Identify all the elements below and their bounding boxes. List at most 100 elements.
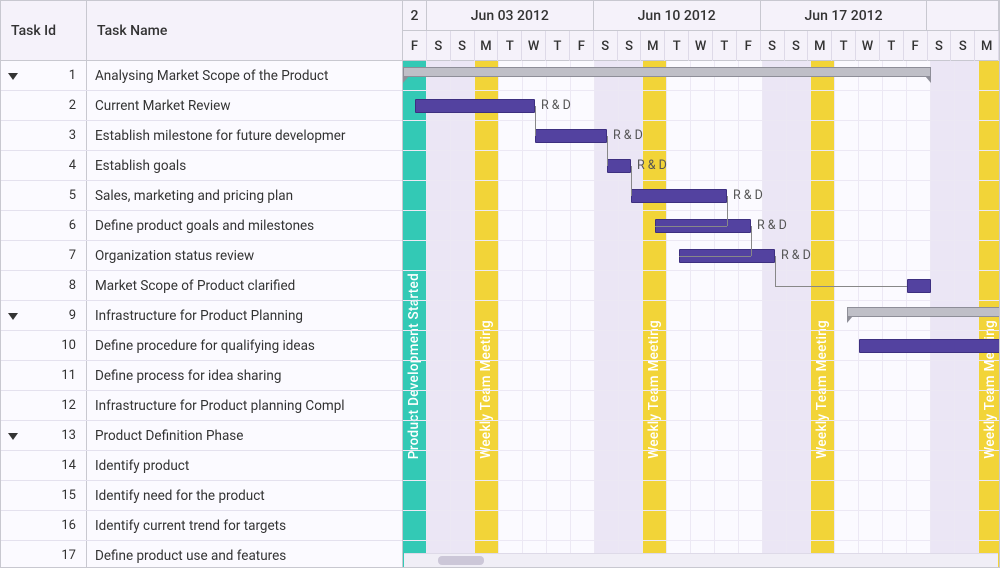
timeline-week-cell[interactable]: Jun 10 2012	[594, 1, 761, 30]
task-row[interactable]: 10Define procedure for qualifying ideas	[1, 331, 402, 361]
timeline-day-cell[interactable]: S	[928, 31, 952, 61]
timeline-day-cell[interactable]: S	[785, 31, 809, 61]
task-row[interactable]: 5Sales, marketing and pricing plan	[1, 181, 402, 211]
timeline-day-cell[interactable]: F	[904, 31, 928, 61]
task-id-text: 16	[61, 518, 76, 533]
dependency-line	[775, 286, 907, 287]
task-row[interactable]: 1Analysing Market Scope of the Product	[1, 61, 402, 91]
task-row[interactable]: 2Current Market Review	[1, 91, 402, 121]
task-name-cell: Market Scope of Product clarified	[87, 278, 402, 294]
task-row[interactable]: 13Product Definition Phase	[1, 421, 402, 451]
summary-bar[interactable]	[847, 307, 999, 317]
chart-body[interactable]: Product Development StartedWeekly Team M…	[403, 61, 999, 567]
task-id-text: 6	[69, 218, 76, 233]
task-bar[interactable]	[631, 189, 727, 203]
timeline-day-cell[interactable]: S	[618, 31, 642, 61]
timeline-day-cell[interactable]: W	[856, 31, 880, 61]
task-id-text: 9	[69, 308, 76, 323]
timeline-day-cell[interactable]: M	[475, 31, 499, 61]
task-row[interactable]: 9Infrastructure for Product Planning	[1, 301, 402, 331]
timeline-day-cell[interactable]: T	[546, 31, 570, 61]
task-row[interactable]: 6Define product goals and milestones	[1, 211, 402, 241]
task-row[interactable]: 16Identify current trend for targets	[1, 511, 402, 541]
task-grid-header: Task Id Task Name	[1, 1, 402, 61]
dependency-line	[631, 166, 632, 196]
timeline-day-cell[interactable]: T	[665, 31, 689, 61]
gantt-container: Task Id Task Name 1Analysing Market Scop…	[0, 0, 1000, 568]
timeline-day-cell[interactable]: S	[761, 31, 785, 61]
chart-row	[403, 511, 999, 541]
expand-collapse-icon[interactable]	[7, 311, 19, 321]
dependency-line	[607, 136, 608, 166]
timeline-day-cell[interactable]: W	[689, 31, 713, 61]
task-bar[interactable]	[415, 99, 535, 113]
column-header-task-name[interactable]: Task Name	[87, 1, 402, 60]
task-id-cell: 10	[1, 331, 87, 360]
dependency-line	[727, 196, 728, 226]
task-row[interactable]: 3Establish milestone for future developm…	[1, 121, 402, 151]
task-id-text: 12	[61, 398, 76, 413]
task-id-cell: 14	[1, 451, 87, 480]
timeline-day-cell[interactable]: S	[427, 31, 451, 61]
task-row[interactable]: 17Define product use and features	[1, 541, 402, 567]
task-id-text: 17	[61, 548, 76, 563]
task-rows: 1Analysing Market Scope of the Product2C…	[1, 61, 402, 567]
task-row[interactable]: 14Identify product	[1, 451, 402, 481]
chart-panel[interactable]: 2Jun 03 2012Jun 10 2012Jun 17 2012 FSSMT…	[403, 1, 999, 567]
expand-collapse-icon[interactable]	[7, 431, 19, 441]
dependency-line	[655, 226, 727, 227]
task-id-cell: 4	[1, 151, 87, 180]
task-bar[interactable]	[535, 129, 607, 143]
task-id-text: 2	[69, 98, 76, 113]
timeline-week-cell[interactable]: 2	[403, 1, 427, 30]
task-bar[interactable]	[907, 279, 931, 293]
task-id-cell: 9	[1, 301, 87, 330]
chart-row	[403, 421, 999, 451]
scrollbar-thumb[interactable]	[438, 556, 484, 565]
timeline-day-cell[interactable]: F	[403, 31, 427, 61]
timeline-day-cell[interactable]: T	[498, 31, 522, 61]
timeline-week-cell[interactable]	[927, 1, 999, 30]
timeline-day-cell[interactable]: M	[641, 31, 665, 61]
task-name-cell: Establish goals	[87, 158, 402, 174]
timeline-day-cell[interactable]: S	[451, 31, 475, 61]
task-name-cell: Define process for idea sharing	[87, 368, 402, 384]
task-id-text: 4	[69, 158, 76, 173]
timeline-day-cell[interactable]: F	[737, 31, 761, 61]
timeline-day-cell[interactable]: T	[880, 31, 904, 61]
timeline-day-cell[interactable]: T	[713, 31, 737, 61]
task-id-text: 5	[69, 188, 76, 203]
timeline-week-row: 2Jun 03 2012Jun 10 2012Jun 17 2012	[403, 1, 999, 31]
task-bar-label: R & D	[541, 98, 571, 113]
timeline-day-cell[interactable]: M	[808, 31, 832, 61]
timeline-day-row: FSSMTWTFSSMTWTFSSMTWTFSSM	[403, 31, 999, 61]
task-row[interactable]: 4 Establish goals	[1, 151, 402, 181]
task-id-text: 11	[61, 368, 76, 383]
task-row[interactable]: 15Identify need for the product	[1, 481, 402, 511]
summary-bar[interactable]	[403, 67, 931, 77]
timeline-day-cell[interactable]: S	[951, 31, 975, 61]
task-bar[interactable]	[607, 159, 631, 173]
task-row[interactable]: 11 Define process for idea sharing	[1, 361, 402, 391]
timeline-header: 2Jun 03 2012Jun 10 2012Jun 17 2012 FSSMT…	[403, 1, 999, 61]
task-bar[interactable]	[859, 339, 999, 353]
task-id-cell: 6	[1, 211, 87, 240]
chart-row	[403, 151, 999, 181]
task-bar-label: R & D	[613, 128, 643, 143]
task-row[interactable]: 8Market Scope of Product clarified	[1, 271, 402, 301]
column-header-task-id[interactable]: Task Id	[1, 1, 87, 60]
timeline-day-cell[interactable]: S	[594, 31, 618, 61]
task-id-text: 3	[69, 128, 76, 143]
timeline-day-cell[interactable]: W	[522, 31, 546, 61]
expand-collapse-icon[interactable]	[7, 71, 19, 81]
dependency-line	[679, 256, 751, 257]
timeline-day-cell[interactable]: T	[832, 31, 856, 61]
timeline-day-cell[interactable]: F	[570, 31, 594, 61]
task-id-cell: 5	[1, 181, 87, 210]
task-row[interactable]: 7Organization status review	[1, 241, 402, 271]
task-row[interactable]: 12Infrastructure for Product planning Co…	[1, 391, 402, 421]
timeline-day-cell[interactable]: M	[975, 31, 999, 61]
timeline-week-cell[interactable]: Jun 17 2012	[761, 1, 928, 30]
timeline-week-cell[interactable]: Jun 03 2012	[427, 1, 594, 30]
horizontal-scrollbar[interactable]	[404, 553, 998, 567]
